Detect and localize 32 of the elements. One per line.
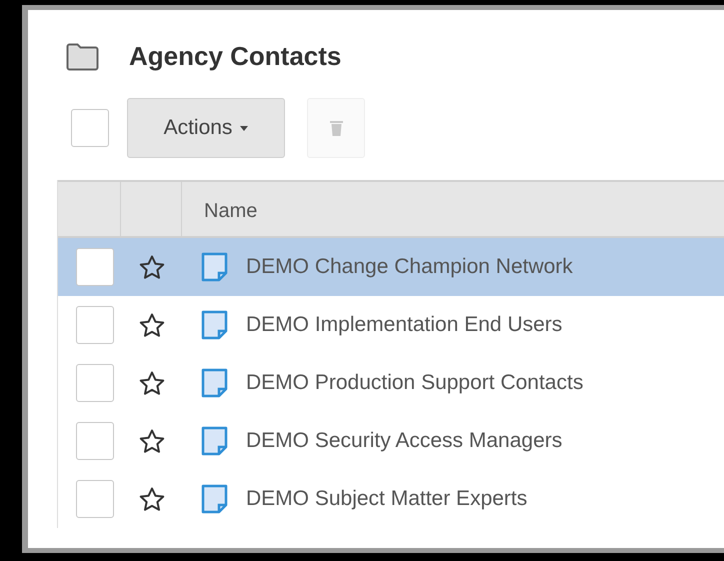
- actions-dropdown-button[interactable]: Actions: [127, 98, 285, 158]
- document-icon: [201, 310, 228, 340]
- table-row[interactable]: DEMO Security Access Managers: [58, 412, 724, 470]
- star-icon[interactable]: [138, 370, 164, 396]
- table-row[interactable]: DEMO Change Champion Network: [58, 238, 724, 296]
- star-icon[interactable]: [138, 486, 164, 512]
- star-icon[interactable]: [138, 312, 164, 338]
- list-name: DEMO Implementation End Users: [246, 312, 562, 338]
- table-row[interactable]: DEMO Subject Matter Experts: [58, 470, 724, 528]
- row-checkbox[interactable]: [76, 248, 114, 286]
- column-header[interactable]: Name: [182, 182, 258, 236]
- document-icon: [201, 368, 228, 398]
- row-checkbox[interactable]: [76, 364, 114, 402]
- folder-icon: [66, 43, 99, 71]
- row-checkbox[interactable]: [76, 306, 114, 344]
- list-name: DEMO Security Access Managers: [246, 428, 562, 454]
- document-icon: [201, 484, 228, 514]
- trash-icon: [330, 120, 342, 136]
- list-name: DEMO Production Support Contacts: [246, 370, 584, 396]
- page-title: Agency Contacts: [129, 41, 342, 73]
- caret-icon: [240, 126, 248, 130]
- select-all-checkbox[interactable]: [71, 109, 109, 147]
- star-icon[interactable]: [138, 254, 164, 280]
- row-checkbox[interactable]: [76, 422, 114, 460]
- document-icon: [201, 252, 228, 282]
- list-name: DEMO Subject Matter Experts: [246, 486, 528, 512]
- list-name: DEMO Change Champion Network: [246, 254, 573, 280]
- star-icon[interactable]: [138, 428, 164, 454]
- table-row[interactable]: DEMO Production Support Contacts: [58, 354, 724, 412]
- table-row[interactable]: DEMO Implementation End Users: [58, 296, 724, 354]
- row-checkbox[interactable]: [76, 480, 114, 518]
- document-icon: [201, 426, 228, 456]
